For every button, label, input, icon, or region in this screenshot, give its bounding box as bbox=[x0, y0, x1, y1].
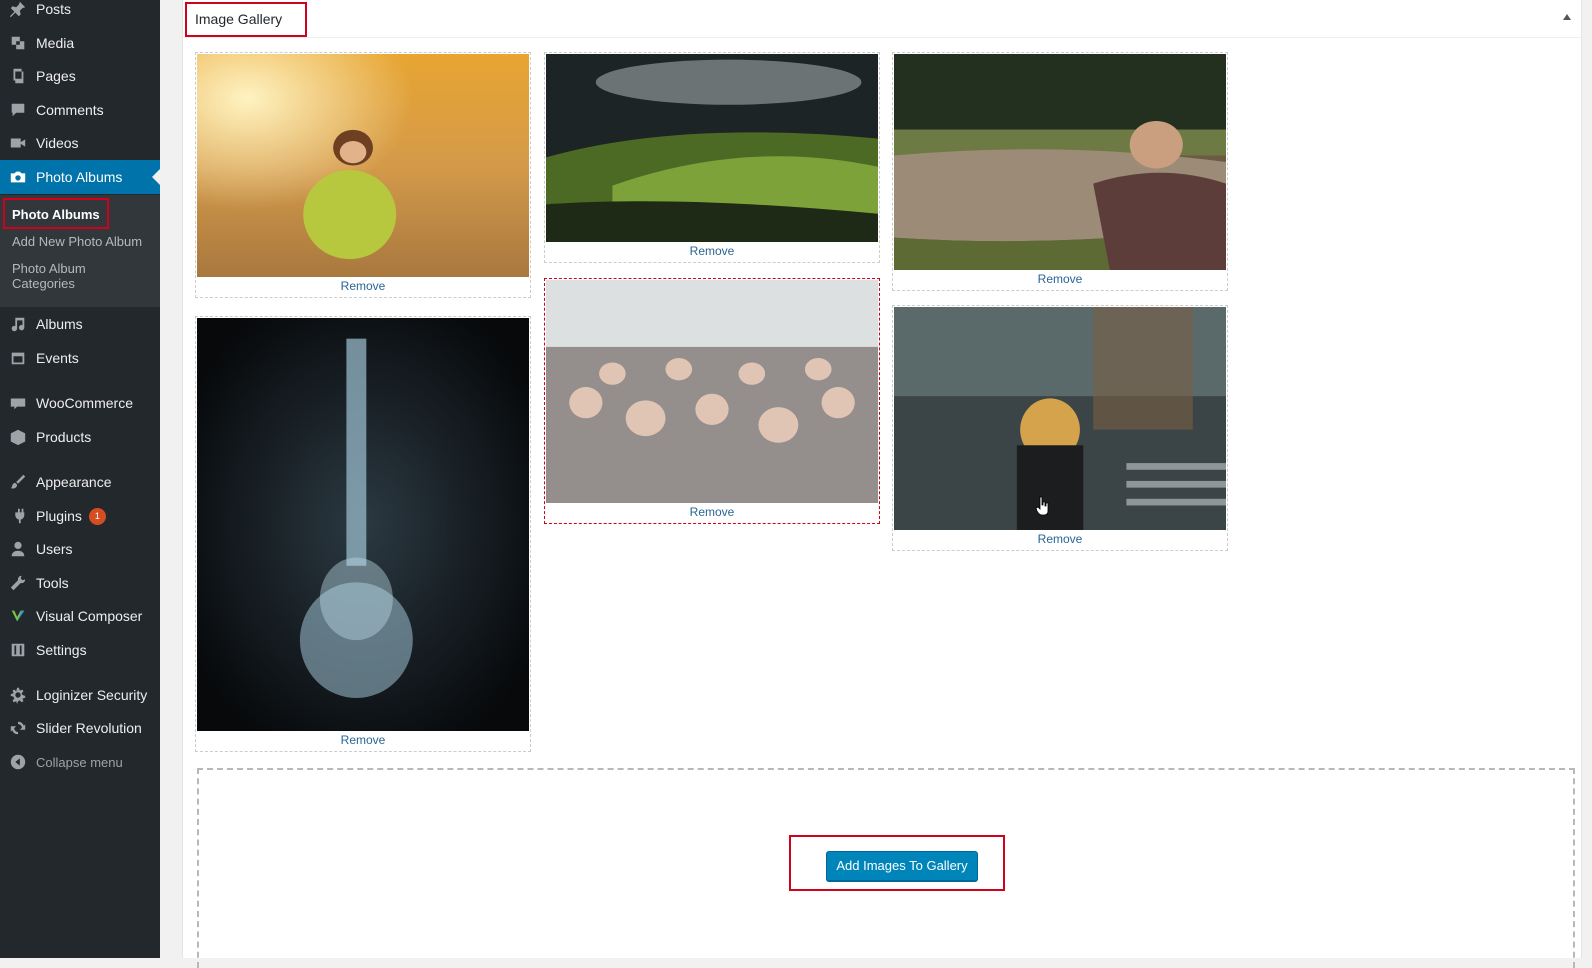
comment-icon bbox=[0, 101, 36, 119]
menu-label: Photo Albums bbox=[36, 169, 123, 185]
box-icon bbox=[0, 428, 36, 446]
menu-label: Tools bbox=[36, 575, 69, 591]
menu-item-settings[interactable]: Settings bbox=[0, 633, 160, 667]
menu-label: Pages bbox=[36, 68, 76, 84]
menu-item-products[interactable]: Products bbox=[0, 420, 160, 454]
menu-item-visual-composer[interactable]: Visual Composer bbox=[0, 599, 160, 633]
gallery-image-item[interactable]: Remove bbox=[892, 52, 1228, 291]
photo-albums-submenu: Photo Albums Add New Photo Album Photo A… bbox=[0, 195, 160, 307]
menu-item-posts[interactable]: Posts bbox=[0, 0, 160, 26]
menu-label: Settings bbox=[36, 642, 87, 658]
gallery-dropzone[interactable]: Add Images To Gallery bbox=[197, 768, 1575, 968]
update-count-badge: 1 bbox=[88, 507, 106, 525]
menu-label: Events bbox=[36, 350, 79, 366]
menu-label: Plugins bbox=[36, 508, 82, 524]
menu-item-slider-revolution[interactable]: Slider Revolution bbox=[0, 711, 160, 745]
gallery-image-item[interactable]: Remove bbox=[195, 316, 531, 752]
video-camera-icon bbox=[0, 134, 36, 152]
menu-label: Users bbox=[36, 541, 73, 557]
menu-item-comments[interactable]: Comments bbox=[0, 93, 160, 127]
remove-link[interactable]: Remove bbox=[197, 277, 529, 296]
add-images-button[interactable]: Add Images To Gallery bbox=[826, 851, 978, 881]
gallery-thumbnail[interactable] bbox=[894, 307, 1226, 530]
gallery-image-item[interactable]: Remove bbox=[195, 52, 531, 298]
remove-link[interactable]: Remove bbox=[894, 270, 1226, 289]
camera-icon bbox=[0, 168, 36, 186]
active-indicator bbox=[152, 169, 160, 185]
collapse-menu-button[interactable]: Collapse menu bbox=[0, 745, 160, 779]
menu-item-videos[interactable]: Videos bbox=[0, 126, 160, 160]
collapse-toggle-icon[interactable] bbox=[1563, 14, 1571, 20]
gallery-image-item[interactable]: Remove bbox=[892, 305, 1228, 551]
menu-item-tools[interactable]: Tools bbox=[0, 566, 160, 600]
menu-label: Videos bbox=[36, 135, 79, 151]
image-gallery-metabox: Image Gallery Remove Remove Remove Remov… bbox=[182, 0, 1582, 968]
menu-item-loginizer-security[interactable]: Loginizer Security bbox=[0, 678, 160, 712]
gear-icon bbox=[0, 686, 36, 704]
gallery-thumbnail[interactable] bbox=[894, 54, 1226, 270]
menu-item-plugins[interactable]: Plugins 1 bbox=[0, 499, 160, 533]
paintbrush-icon bbox=[0, 473, 36, 491]
woocommerce-icon bbox=[0, 394, 36, 412]
settings-sliders-icon bbox=[0, 641, 36, 659]
menu-label: Products bbox=[36, 429, 92, 445]
menu-label: Visual Composer bbox=[36, 608, 143, 624]
collapse-arrow-icon bbox=[0, 753, 36, 771]
menu-item-media[interactable]: Media bbox=[0, 26, 160, 60]
pushpin-icon bbox=[0, 0, 36, 18]
metabox-header[interactable]: Image Gallery bbox=[183, 0, 1581, 38]
menu-label: Slider Revolution bbox=[36, 720, 142, 736]
submenu-item-categories[interactable]: Photo Album Categories bbox=[12, 261, 122, 291]
plug-icon bbox=[0, 507, 36, 525]
pages-icon bbox=[0, 67, 36, 85]
gallery-thumbnail[interactable] bbox=[546, 54, 878, 242]
drag-overlay bbox=[546, 280, 878, 503]
menu-label: WooCommerce bbox=[36, 395, 133, 411]
gallery-image-item-dragging[interactable]: Remove bbox=[544, 278, 880, 524]
music-note-icon bbox=[0, 315, 36, 333]
admin-sidebar: Posts Media Pages Comments Videos Photo … bbox=[0, 0, 160, 958]
menu-item-appearance[interactable]: Appearance bbox=[0, 465, 160, 499]
menu-item-woocommerce[interactable]: WooCommerce bbox=[0, 386, 160, 420]
user-icon bbox=[0, 540, 36, 558]
menu-label: Media bbox=[36, 35, 75, 51]
menu-label: Loginizer Security bbox=[36, 687, 148, 703]
remove-link[interactable]: Remove bbox=[546, 503, 878, 522]
media-icon bbox=[0, 34, 36, 52]
collapse-menu-label: Collapse menu bbox=[36, 754, 123, 770]
menu-item-albums[interactable]: Albums bbox=[0, 307, 160, 341]
remove-link[interactable]: Remove bbox=[546, 242, 878, 261]
menu-item-photo-albums[interactable]: Photo Albums bbox=[0, 160, 160, 194]
menu-label: Posts bbox=[36, 1, 72, 17]
metabox-title: Image Gallery bbox=[195, 11, 283, 27]
submenu-item-add-new[interactable]: Add New Photo Album bbox=[12, 234, 142, 249]
gallery-image-item[interactable]: Remove bbox=[544, 52, 880, 263]
submenu-item-photo-albums[interactable]: Photo Albums bbox=[12, 207, 100, 222]
menu-label: Comments bbox=[36, 102, 104, 118]
visual-composer-icon bbox=[0, 607, 36, 625]
gallery-thumbnail[interactable] bbox=[546, 280, 878, 503]
remove-link[interactable]: Remove bbox=[197, 731, 529, 750]
calendar-icon bbox=[0, 349, 36, 367]
refresh-icon bbox=[0, 719, 36, 737]
wrench-icon bbox=[0, 574, 36, 592]
menu-label: Appearance bbox=[36, 474, 112, 490]
menu-item-events[interactable]: Events bbox=[0, 341, 160, 375]
hand-cursor-icon bbox=[1036, 496, 1049, 516]
gallery-thumbnail[interactable] bbox=[197, 54, 529, 277]
gallery-thumbnail[interactable] bbox=[197, 318, 529, 731]
remove-link[interactable]: Remove bbox=[894, 530, 1226, 549]
menu-label: Albums bbox=[36, 316, 83, 332]
menu-item-pages[interactable]: Pages bbox=[0, 59, 160, 93]
menu-item-users[interactable]: Users bbox=[0, 532, 160, 566]
